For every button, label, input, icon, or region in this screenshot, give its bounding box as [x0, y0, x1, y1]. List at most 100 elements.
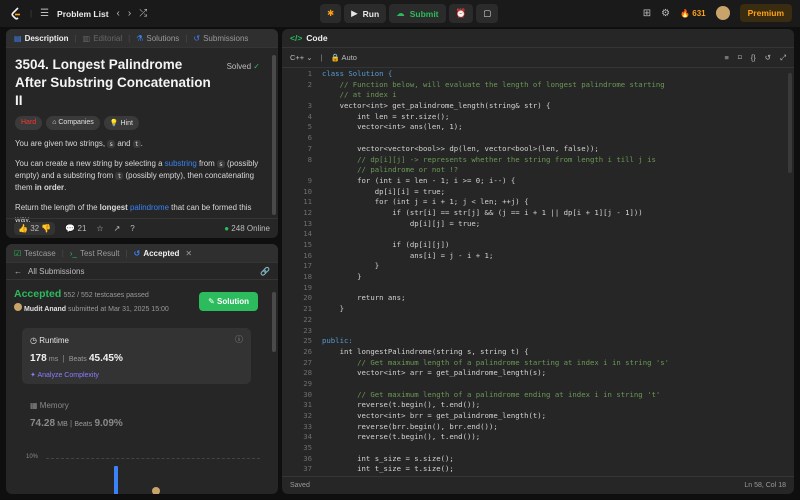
- code-line[interactable]: 19: [282, 283, 794, 294]
- shuffle-icon[interactable]: ⤮: [139, 8, 147, 19]
- info-icon[interactable]: ⓘ: [235, 334, 243, 345]
- code-line[interactable]: 27 // Get maximum length of a palindrome…: [282, 358, 794, 369]
- code-line[interactable]: // palindrome or not !?: [282, 165, 794, 176]
- code-line[interactable]: 10 dp[i][i] = true;: [282, 187, 794, 198]
- close-icon[interactable]: ✕: [185, 249, 192, 258]
- code-line[interactable]: 16 ans[i] = j - i + 1;: [282, 251, 794, 262]
- code-line[interactable]: 32 vector<int> brr = get_palindrome_leng…: [282, 411, 794, 422]
- code-area[interactable]: 1 class Solution {2 // Function below, wi…: [282, 69, 794, 475]
- code-line[interactable]: 35: [282, 443, 794, 454]
- edit-icon: ✎: [208, 297, 215, 306]
- gear-icon[interactable]: ⚙: [661, 8, 670, 19]
- avatar[interactable]: [715, 6, 730, 20]
- code-line[interactable]: 22: [282, 315, 794, 326]
- premium-button[interactable]: Premium: [739, 4, 792, 22]
- tab-testcase[interactable]: ☑ Testcase: [14, 249, 56, 258]
- code-line[interactable]: 34 reverse(t.begin(), t.end());: [282, 432, 794, 443]
- code-line[interactable]: 15 if (dp[i][j]): [282, 240, 794, 251]
- code-line[interactable]: 26 int longestPalindrome(string s, strin…: [282, 347, 794, 358]
- code-line[interactable]: 11 for (int j = i + 1; j < len; ++j) {: [282, 197, 794, 208]
- list-icon[interactable]: ☰: [40, 8, 49, 19]
- solution-button[interactable]: ✎ Solution: [199, 292, 258, 311]
- companies-chip[interactable]: ⌂ Companies: [46, 116, 100, 130]
- tab-accepted[interactable]: ↺ Accepted ✕: [134, 249, 192, 258]
- code-line[interactable]: 37 int t_size = t.size();: [282, 464, 794, 475]
- code-line[interactable]: 33 reverse(brr.begin(), brr.end());: [282, 422, 794, 433]
- like-button[interactable]: 👍 32 👎: [14, 222, 56, 235]
- hint-chip[interactable]: 💡 Hint: [103, 116, 139, 130]
- code-line[interactable]: 31 reverse(t.begin(), t.end());: [282, 400, 794, 411]
- streak-counter[interactable]: 🔥 631: [680, 9, 706, 18]
- chevron-right-icon[interactable]: ›: [128, 8, 131, 19]
- code-line[interactable]: 30 // Get maximum length of a palindrome…: [282, 390, 794, 401]
- star-icon[interactable]: ☆: [96, 224, 103, 233]
- expand-icon[interactable]: ⤢: [780, 53, 786, 63]
- share-icon[interactable]: ↗: [114, 224, 121, 233]
- fire-icon: 🔥: [680, 8, 691, 18]
- code-line[interactable]: // at index i: [282, 90, 794, 101]
- code-line[interactable]: 29: [282, 379, 794, 390]
- problem-title[interactable]: 3504. Longest Palindrome After Substring…: [15, 56, 215, 110]
- chevron-left-icon[interactable]: ‹: [117, 8, 120, 19]
- tab-description[interactable]: ▤ Description: [14, 34, 69, 43]
- code-line[interactable]: 1 class Solution {: [282, 69, 794, 80]
- palindrome-link[interactable]: palindrome: [130, 203, 169, 212]
- code-line[interactable]: 36 int s_size = s.size();: [282, 454, 794, 465]
- code-text: }: [322, 261, 380, 271]
- autocomplete-toggle[interactable]: 🔒 Auto: [331, 53, 357, 62]
- layout-icon[interactable]: ⊞: [643, 8, 651, 19]
- online-dot-icon: ●: [224, 224, 230, 233]
- problem-list-link[interactable]: Problem List: [57, 9, 108, 19]
- code-line[interactable]: 7 vector<vector<bool>> dp(len, vector<bo…: [282, 144, 794, 155]
- comments-button[interactable]: 💬 21: [65, 224, 86, 233]
- code-line[interactable]: 2 // Function below, will evaluate the l…: [282, 80, 794, 91]
- tab-solutions[interactable]: ⚗ Solutions: [136, 34, 179, 43]
- notes-button[interactable]: ▢: [476, 4, 499, 23]
- tab-editorial[interactable]: ▥ Editorial: [83, 34, 122, 43]
- submit-button[interactable]: ☁ Submit: [389, 4, 446, 23]
- language-select[interactable]: C++ ⌄: [290, 53, 313, 62]
- code-line[interactable]: 14: [282, 229, 794, 240]
- debug-button[interactable]: ✱: [320, 4, 342, 23]
- bookmark-icon[interactable]: ⌑: [738, 53, 742, 63]
- code-text: // Function below, will evaluate the len…: [322, 79, 665, 89]
- code-line[interactable]: 8 // dp[i][j] -> represents whether the …: [282, 155, 794, 166]
- p1-text: You are given two strings,: [15, 139, 108, 148]
- code-line[interactable]: 9 for (int i = len - 1; i >= 0; i--) {: [282, 176, 794, 187]
- link-icon[interactable]: 🔗: [260, 267, 270, 276]
- code-line[interactable]: 17 }: [282, 261, 794, 272]
- code-line[interactable]: 13 dp[i][j] = true;: [282, 219, 794, 230]
- leetcode-logo[interactable]: [10, 6, 22, 21]
- code-line[interactable]: 5 vector<int> ans(len, 1);: [282, 122, 794, 133]
- reset-icon[interactable]: ↺: [765, 53, 771, 63]
- code-line[interactable]: 25 public:: [282, 336, 794, 347]
- code-line[interactable]: 6: [282, 133, 794, 144]
- code-line[interactable]: 4 int len = str.size();: [282, 112, 794, 123]
- arrow-left-icon[interactable]: ←: [14, 267, 22, 276]
- code-line[interactable]: 3 vector<int> get_palindrome_length(stri…: [282, 101, 794, 112]
- run-button[interactable]: ▶ Run: [344, 4, 387, 23]
- code-line[interactable]: 18 }: [282, 272, 794, 283]
- format-icon[interactable]: ≡: [724, 53, 728, 63]
- description-scrollbar[interactable]: [272, 55, 276, 215]
- substring-link[interactable]: substring: [165, 159, 197, 168]
- thumbs-down-icon[interactable]: 👎: [41, 224, 51, 233]
- tab-submissions[interactable]: ↺ Submissions: [193, 34, 248, 43]
- submitter-name[interactable]: Mudit Anand: [24, 306, 66, 313]
- braces-icon[interactable]: {}: [751, 53, 756, 63]
- code-line[interactable]: 12 if (str[i] == str[j] && (j == i + 1 |…: [282, 208, 794, 219]
- result-scrollbar[interactable]: [272, 292, 276, 352]
- tab-test-result[interactable]: ›_ Test Result: [70, 249, 120, 258]
- all-submissions-link[interactable]: All Submissions: [28, 267, 84, 276]
- timer-button[interactable]: ⏰: [448, 4, 474, 23]
- code-line[interactable]: 21 }: [282, 304, 794, 315]
- analyze-complexity-link[interactable]: ✦ Analyze Complexity: [30, 371, 99, 379]
- runtime-card[interactable]: ◷ Runtime ⓘ 178 ms | Beats 45.45% ✦ Anal…: [22, 328, 251, 384]
- memory-section[interactable]: ▦ Memory 74.28 MB | Beats 9.09%: [30, 401, 123, 429]
- distribution-chart[interactable]: 10%: [26, 454, 262, 494]
- code-line[interactable]: 23: [282, 326, 794, 337]
- editor-scrollbar[interactable]: [788, 73, 792, 173]
- help-icon[interactable]: ?: [130, 224, 134, 233]
- code-line[interactable]: 28 vector<int> arr = get_palindrome_leng…: [282, 368, 794, 379]
- code-line[interactable]: 20 return ans;: [282, 293, 794, 304]
